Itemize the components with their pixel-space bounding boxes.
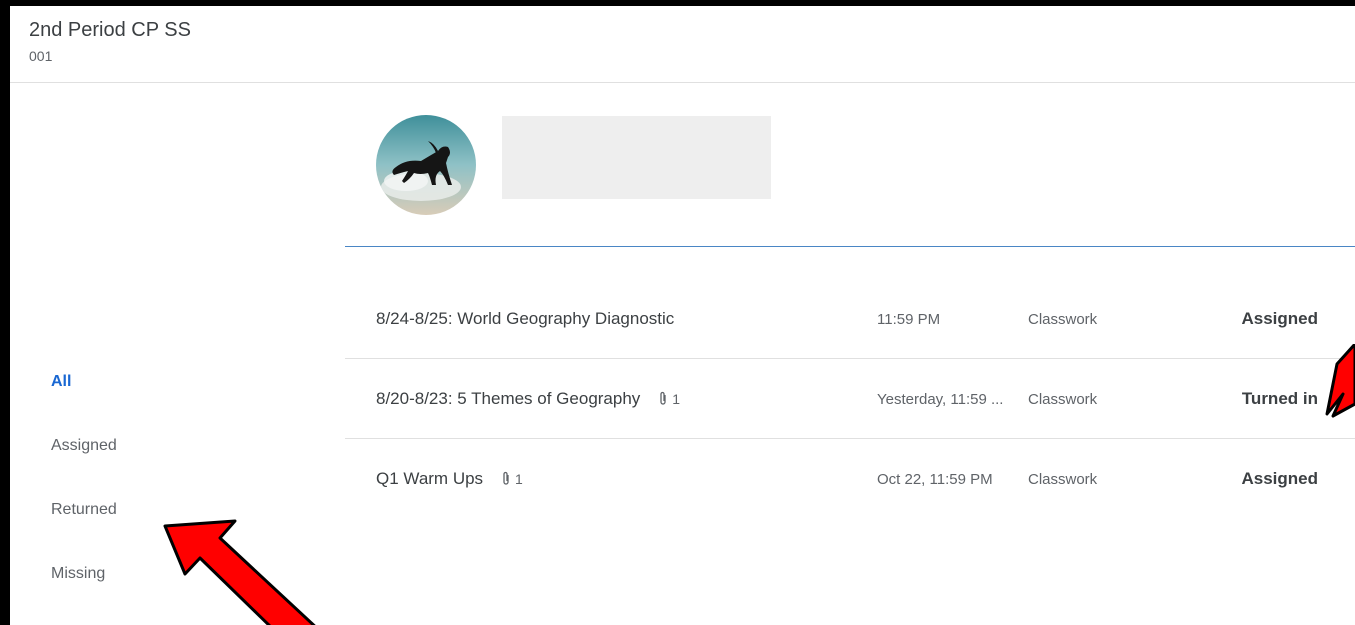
attachment-count-text: 1 <box>515 471 523 487</box>
assignment-title: Q1 Warm Ups 1 <box>376 469 523 489</box>
assignment-due: 11:59 PM <box>877 311 941 328</box>
annotation-arrow-left-icon <box>163 519 316 625</box>
attachment-count-text: 1 <box>672 391 681 407</box>
student-name-placeholder <box>502 116 771 199</box>
filter-returned[interactable]: Returned <box>51 501 117 519</box>
paperclip-icon <box>660 391 666 405</box>
student-avatar <box>376 115 476 215</box>
assignment-row[interactable]: 8/24-8/25: World Geography Diagnostic 11… <box>345 279 1355 359</box>
class-title[interactable]: 2nd Period CP SS <box>29 19 191 42</box>
assignment-status: Assigned <box>1241 469 1318 488</box>
assignment-due: Yesterday, 11:59 ... <box>877 391 1004 408</box>
assignment-title-text: Q1 Warm Ups <box>376 469 484 488</box>
assignment-row[interactable]: Q1 Warm Ups 1 Oct 22, 11:59 PM Classwork… <box>345 439 1355 519</box>
filter-assigned[interactable]: Assigned <box>51 437 117 455</box>
assignment-due: Oct 22, 11:59 PM <box>877 471 993 488</box>
filter-all[interactable]: All <box>51 373 71 391</box>
horse-photo-icon <box>376 115 476 215</box>
assignment-status: Assigned <box>1241 309 1318 328</box>
assignment-topic: Classwork <box>1028 471 1098 488</box>
attachment-count: 1 <box>658 391 680 407</box>
filter-missing[interactable]: Missing <box>51 565 105 583</box>
assignment-topic: Classwork <box>1028 311 1098 328</box>
assignment-title-text: 8/24-8/25: World Geography Diagnostic <box>376 309 675 328</box>
assignment-row[interactable]: 8/20-8/23: 5 Themes of Geography 1 Yeste… <box>345 359 1355 439</box>
assignment-title: 8/24-8/25: World Geography Diagnostic <box>376 309 674 329</box>
class-section: 001 <box>29 48 53 64</box>
paperclip-icon <box>503 471 509 485</box>
classroom-window: 2nd Period CP SS 001 All Assigned Return… <box>10 6 1355 625</box>
assignment-title-text: 8/20-8/23: 5 Themes of Geography <box>376 389 641 408</box>
header-divider <box>345 246 1355 247</box>
attachment-count: 1 <box>501 471 523 487</box>
assignment-title: 8/20-8/23: 5 Themes of Geography 1 <box>376 389 680 409</box>
class-header: 2nd Period CP SS 001 <box>10 6 1355 83</box>
assignment-status: Turned in <box>1241 389 1318 408</box>
assignment-topic: Classwork <box>1028 391 1098 408</box>
annotation-arrow-right-icon <box>1325 344 1355 418</box>
